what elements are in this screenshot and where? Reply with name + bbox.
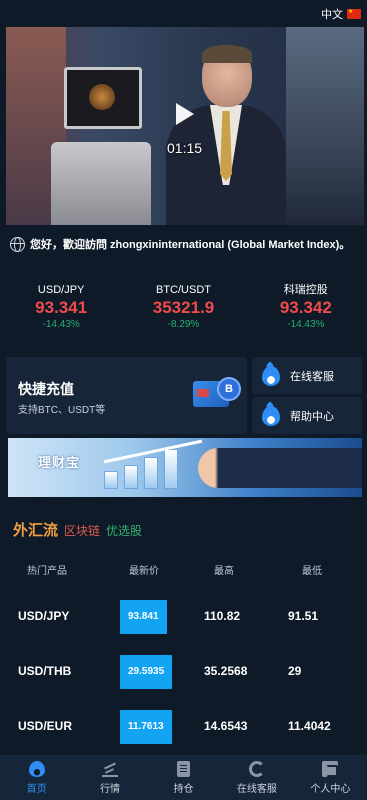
row-high: 110.82 bbox=[204, 609, 241, 623]
row-high: 35.2568 bbox=[204, 664, 248, 678]
market-chart-icon bbox=[102, 761, 119, 777]
tab-forex[interactable]: 外汇流 bbox=[13, 519, 58, 540]
video-duration: 01:15 bbox=[167, 140, 203, 156]
table-row[interactable]: USD/EUR 11.7613 14.6543 11.4042 bbox=[0, 710, 367, 744]
ticker-kerui[interactable]: 科瑞控股 93.342 -14.43% bbox=[245, 282, 367, 337]
ticker-btcusdt[interactable]: BTC/USDT 35321.9 -8.29% bbox=[122, 282, 244, 337]
play-icon[interactable] bbox=[176, 103, 194, 125]
notice-text: 您好，歡迎訪問 zhongxininternational (Global Ma… bbox=[30, 239, 351, 251]
tabbar-profile[interactable]: 个人中心 bbox=[294, 755, 367, 800]
tabbar-market[interactable]: 行情 bbox=[73, 755, 146, 800]
ticker-change: -14.43% bbox=[42, 319, 80, 330]
help-center-button[interactable]: 帮助中心 bbox=[252, 397, 362, 434]
header-product: 热门产品 bbox=[27, 566, 67, 577]
tabbar-home[interactable]: 首页 bbox=[0, 755, 73, 800]
row-symbol: USD/JPY bbox=[18, 609, 70, 623]
row-last-price: 29.5935 bbox=[120, 655, 173, 689]
tabbar-positions[interactable]: 持仓 bbox=[147, 755, 220, 800]
header-last: 最新价 bbox=[129, 566, 159, 577]
positions-document-icon bbox=[177, 760, 191, 777]
header-low: 最低 bbox=[302, 566, 322, 577]
market-tabs: 外汇流 区块链 优选股 bbox=[0, 516, 367, 540]
ticker-name: BTC/USDT bbox=[155, 284, 211, 296]
recharge-title: 快捷充值 bbox=[18, 381, 74, 397]
globe-icon bbox=[10, 236, 25, 252]
flame-icon bbox=[262, 365, 280, 386]
table-row[interactable]: USD/JPY 93.841 110.82 91.51 bbox=[0, 600, 367, 634]
quick-recharge-card[interactable]: 快捷充值 支持BTC、USDT等 B bbox=[6, 357, 247, 434]
table-row[interactable]: USD/THB 29.5935 35.2568 29 bbox=[0, 655, 367, 689]
tab-stocks[interactable]: 优选股 bbox=[106, 522, 142, 540]
tabbar-profile-label: 个人中心 bbox=[310, 783, 351, 795]
ticker-strip: USD/JPY 93.341 -14.43% BTC/USDT 35321.9 … bbox=[0, 282, 367, 337]
row-symbol: USD/THB bbox=[18, 664, 72, 678]
header-high: 最高 bbox=[214, 566, 234, 577]
ticker-name: 科瑞控股 bbox=[283, 284, 328, 296]
ticker-name: USD/JPY bbox=[37, 284, 85, 296]
ticker-price: 35321.9 bbox=[152, 298, 215, 317]
video-scene-person bbox=[166, 45, 286, 225]
tabbar-market-label: 行情 bbox=[100, 783, 121, 795]
wealth-banner[interactable]: 理财宝 bbox=[8, 438, 362, 497]
row-symbol: USD/EUR bbox=[18, 719, 73, 733]
ticker-price: 93.342 bbox=[279, 298, 332, 317]
recharge-subtitle: 支持BTC、USDT等 bbox=[18, 405, 106, 416]
row-low: 11.4042 bbox=[288, 719, 331, 733]
notice-bar: 您好，歡迎訪問 zhongxininternational (Global Ma… bbox=[0, 231, 367, 257]
table-header: 热门产品 最新价 最高 最低 bbox=[0, 562, 367, 578]
china-flag-icon[interactable] bbox=[347, 8, 361, 19]
bitcoin-icon: B bbox=[217, 377, 241, 401]
ticker-price: 93.341 bbox=[35, 298, 88, 317]
online-service-label: 在线客服 bbox=[290, 370, 334, 383]
online-service-button[interactable]: 在线客服 bbox=[252, 357, 362, 394]
home-icon bbox=[28, 760, 45, 777]
tabbar-positions-label: 持仓 bbox=[173, 783, 194, 795]
ticker-usdjpy[interactable]: USD/JPY 93.341 -14.43% bbox=[0, 282, 122, 337]
banner-title: 理财宝 bbox=[38, 455, 81, 470]
row-last-price: 11.7613 bbox=[120, 710, 172, 744]
tab-blockchain[interactable]: 区块链 bbox=[64, 522, 100, 540]
refresh-service-icon bbox=[248, 760, 265, 777]
language-switch[interactable]: 中文 bbox=[321, 6, 343, 22]
wallet-icon bbox=[322, 760, 339, 777]
video-scene-machine bbox=[51, 142, 151, 225]
row-low: 91.51 bbox=[288, 609, 319, 623]
tabbar-home-label: 首页 bbox=[26, 783, 47, 795]
ticker-change: -14.43% bbox=[287, 319, 325, 330]
video-scene-right bbox=[286, 27, 364, 225]
tabbar-service[interactable]: 在线客服 bbox=[220, 755, 293, 800]
banner-hand bbox=[198, 448, 362, 488]
row-last-price: 93.841 bbox=[120, 600, 167, 634]
ticker-change: -8.29% bbox=[167, 319, 200, 330]
video-scene-monitor bbox=[64, 67, 142, 129]
tabbar-service-label: 在线客服 bbox=[236, 783, 277, 795]
row-high: 14.6543 bbox=[204, 719, 248, 733]
video-player[interactable]: 01:15 bbox=[6, 27, 364, 225]
row-low: 29 bbox=[288, 664, 302, 678]
flame-icon bbox=[262, 405, 280, 426]
help-center-label: 帮助中心 bbox=[290, 410, 334, 423]
bottom-tab-bar: 首页 行情 持仓 在线客服 个人中心 bbox=[0, 755, 367, 800]
top-bar: 中文 bbox=[0, 0, 367, 27]
